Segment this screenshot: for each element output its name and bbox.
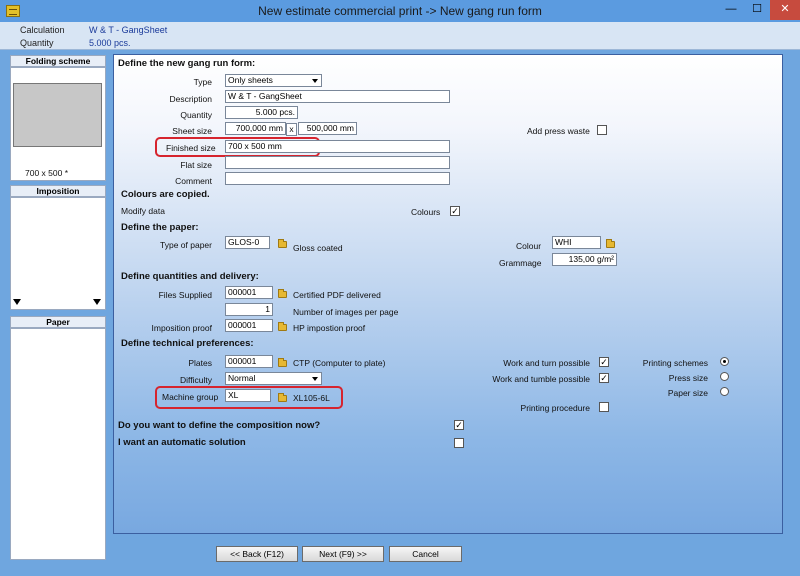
calculation-value: W & T - GangSheet bbox=[89, 25, 168, 35]
scroll-down-left-icon[interactable] bbox=[13, 299, 21, 305]
colours-copied-text: Colours are copied. bbox=[121, 189, 210, 200]
files-supplied-label: Files Supplied bbox=[158, 290, 212, 300]
paper-header: Paper bbox=[10, 316, 106, 328]
machine-group-label: Machine group bbox=[162, 392, 219, 402]
back-button[interactable]: << Back (F12) bbox=[216, 546, 298, 562]
printing-schemes-radio[interactable] bbox=[720, 357, 729, 366]
sheet-width-input[interactable]: 700,000 mm bbox=[225, 122, 286, 135]
chevron-down-icon bbox=[312, 377, 318, 381]
folding-scheme-size: 700 x 500 * bbox=[25, 168, 69, 178]
next-button[interactable]: Next (F9) >> bbox=[302, 546, 384, 562]
sheet-height-input[interactable]: 500,000 mm bbox=[298, 122, 357, 135]
paper-panel[interactable] bbox=[10, 328, 106, 560]
work-tumble-checkbox[interactable]: ✓ bbox=[599, 373, 609, 383]
scroll-down-right-icon[interactable] bbox=[93, 299, 101, 305]
title-bar: New estimate commercial print -> New gan… bbox=[0, 0, 800, 22]
cancel-button[interactable]: Cancel bbox=[389, 546, 462, 562]
folder-icon[interactable] bbox=[278, 358, 287, 367]
imposition-header: Imposition bbox=[10, 185, 106, 197]
type-label: Type bbox=[193, 77, 212, 87]
images-per-page-input[interactable]: 1 bbox=[225, 303, 273, 316]
sheet-size-label: Sheet size bbox=[172, 126, 212, 136]
comment-label: Comment bbox=[175, 176, 212, 186]
difficulty-label: Difficulty bbox=[180, 375, 212, 385]
imposition-panel[interactable] bbox=[10, 197, 106, 310]
folder-icon[interactable] bbox=[278, 393, 287, 402]
flat-size-input[interactable] bbox=[225, 156, 450, 169]
plates-input[interactable]: 000001 bbox=[225, 355, 273, 368]
quantity-label: Quantity bbox=[20, 38, 54, 48]
imposition-proof-description: HP impostion proof bbox=[293, 323, 366, 333]
maximize-button[interactable]: ☐ bbox=[744, 0, 770, 20]
files-supplied-input[interactable]: 000001 bbox=[225, 286, 273, 299]
description-label: Description bbox=[169, 94, 212, 104]
folding-scheme-header: Folding scheme bbox=[10, 55, 106, 67]
paper-description: Gloss coated bbox=[293, 243, 343, 253]
colours-label: Colours bbox=[411, 207, 441, 217]
minimize-button[interactable]: — bbox=[718, 0, 744, 20]
folding-scheme-thumbnail[interactable] bbox=[13, 83, 102, 147]
section-technical-title: Define technical preferences: bbox=[121, 338, 254, 349]
work-turn-label: Work and turn possible bbox=[503, 358, 590, 368]
grammage-label: Grammage bbox=[499, 258, 542, 268]
sheet-size-x: x bbox=[286, 123, 297, 136]
machine-group-description: XL105-6L bbox=[293, 393, 330, 403]
images-per-page-label: Number of images per page bbox=[293, 307, 399, 317]
type-select-value: Only sheets bbox=[228, 75, 273, 85]
plates-description: CTP (Computer to plate) bbox=[293, 358, 386, 368]
add-press-waste-checkbox[interactable] bbox=[597, 125, 607, 135]
folder-icon[interactable] bbox=[606, 239, 615, 248]
press-size-label: Press size bbox=[668, 373, 708, 383]
difficulty-select-value: Normal bbox=[228, 373, 256, 383]
automatic-solution-checkbox[interactable] bbox=[454, 438, 464, 448]
flat-size-label: Flat size bbox=[180, 160, 212, 170]
close-button[interactable]: ✕ bbox=[770, 0, 800, 20]
calculation-label: Calculation bbox=[20, 25, 65, 35]
quantity-input[interactable]: 5.000 pcs. bbox=[225, 106, 298, 119]
paper-size-label: Paper size bbox=[667, 388, 708, 398]
section-quantities-title: Define quantities and delivery: bbox=[121, 271, 259, 282]
description-input[interactable]: W & T - GangSheet bbox=[225, 90, 450, 103]
section-paper-title: Define the paper: bbox=[121, 222, 199, 233]
quantity-value: 5.000 pcs. bbox=[89, 38, 131, 48]
automatic-solution-label: I want an automatic solution bbox=[118, 437, 246, 448]
folder-icon[interactable] bbox=[278, 239, 287, 248]
work-turn-checkbox[interactable]: ✓ bbox=[599, 357, 609, 367]
printing-procedure-checkbox[interactable] bbox=[599, 402, 609, 412]
finished-size-input[interactable]: 700 x 500 mm bbox=[225, 140, 450, 153]
colours-checkbox[interactable]: ✓ bbox=[450, 206, 460, 216]
type-of-paper-input[interactable]: GLOS-0 bbox=[225, 236, 270, 249]
info-strip: Calculation W & T - GangSheet Quantity 5… bbox=[0, 22, 800, 50]
printing-schemes-label: Printing schemes bbox=[642, 358, 708, 368]
machine-group-input[interactable]: XL bbox=[225, 389, 271, 402]
work-tumble-label: Work and tumble possible bbox=[492, 374, 590, 384]
imposition-proof-label: Imposition proof bbox=[151, 323, 212, 333]
add-press-waste-label: Add press waste bbox=[527, 126, 590, 136]
type-of-paper-label: Type of paper bbox=[160, 240, 212, 250]
imposition-proof-input[interactable]: 000001 bbox=[225, 319, 273, 332]
type-select[interactable]: Only sheets bbox=[225, 74, 322, 87]
modify-data-label: Modify data bbox=[121, 206, 165, 216]
section-gang-title: Define the new gang run form: bbox=[118, 58, 256, 69]
comment-input[interactable] bbox=[225, 172, 450, 185]
printing-procedure-label: Printing procedure bbox=[520, 403, 590, 413]
folder-icon[interactable] bbox=[278, 289, 287, 298]
chevron-down-icon bbox=[312, 79, 318, 83]
difficulty-select[interactable]: Normal bbox=[225, 372, 322, 385]
colour-label: Colour bbox=[516, 241, 542, 251]
window-title: New estimate commercial print -> New gan… bbox=[258, 4, 542, 18]
main-form-panel bbox=[113, 54, 783, 534]
quantity-field-label: Quantity bbox=[180, 110, 212, 120]
folder-icon[interactable] bbox=[278, 322, 287, 331]
colour-input[interactable]: WHI bbox=[552, 236, 601, 249]
grammage-input[interactable]: 135,00 g/m² bbox=[552, 253, 617, 266]
plates-label: Plates bbox=[188, 358, 212, 368]
files-supplied-description: Certified PDF delivered bbox=[293, 290, 381, 300]
composition-checkbox[interactable]: ✓ bbox=[454, 420, 464, 430]
composition-question: Do you want to define the composition no… bbox=[118, 420, 321, 431]
paper-size-radio[interactable] bbox=[720, 387, 729, 396]
press-size-radio[interactable] bbox=[720, 372, 729, 381]
finished-size-label: Finished size bbox=[166, 143, 216, 153]
